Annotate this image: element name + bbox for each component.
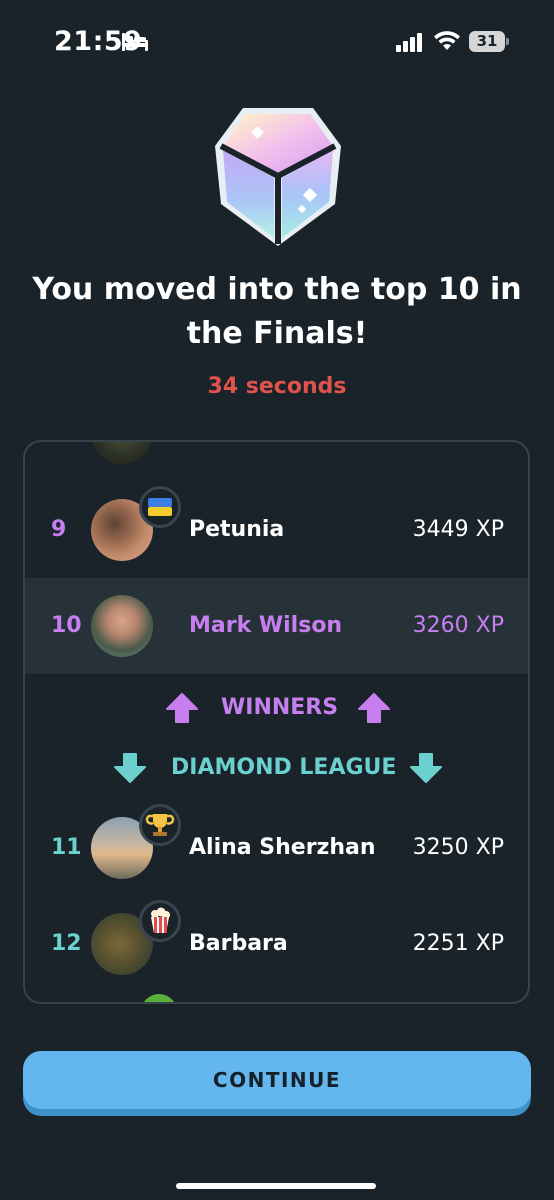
- next-row-badge: [141, 994, 177, 1002]
- home-indicator: [176, 1183, 376, 1189]
- rank-number: 12: [51, 931, 82, 956]
- battery-icon: 31: [469, 31, 509, 52]
- arrow-up-icon: [358, 693, 390, 723]
- continue-button[interactable]: CONTINUE: [23, 1051, 531, 1109]
- leaderboard-result-screen: 21:59 31 You moved into the top 10 in th…: [0, 0, 554, 1200]
- xp-value: 3449 XP: [412, 517, 504, 542]
- rank-number: 10: [51, 613, 82, 638]
- arrow-down-icon: [410, 753, 442, 783]
- result-headline: You moved into the top 10 in the Finals!: [32, 272, 522, 351]
- bed-icon: [122, 33, 148, 51]
- diamond-gem-icon: [215, 108, 341, 246]
- user-name: Alina Sherzhan: [189, 835, 376, 860]
- previous-row-avatar: [91, 442, 153, 464]
- wifi-icon: [434, 31, 460, 50]
- leaderboard-row-11[interactable]: 11 Alina Sherzhan 3250 XP: [25, 800, 528, 896]
- xp-value: 3260 XP: [412, 613, 504, 638]
- leaderboard-list[interactable]: 9 Petunia 3449 XP 10 Mark Wilson 3260 XP: [23, 440, 530, 1004]
- arrow-up-icon: [166, 693, 198, 723]
- xp-value: 3250 XP: [412, 835, 504, 860]
- leaderboard-row-10-current-user[interactable]: 10 Mark Wilson 3260 XP: [25, 578, 528, 674]
- xp-value: 2251 XP: [412, 931, 504, 956]
- rank-number: 9: [51, 517, 67, 542]
- status-bar: 21:59 31: [0, 0, 554, 80]
- winners-label: WINNERS: [221, 695, 339, 720]
- diamond-league-label: DIAMOND LEAGUE: [171, 755, 397, 780]
- popcorn-icon: [139, 900, 181, 942]
- ukraine-flag-icon: [139, 486, 181, 528]
- leaderboard-row-9[interactable]: 9 Petunia 3449 XP: [25, 482, 528, 578]
- diamond-league-divider: DIAMOND LEAGUE: [25, 746, 528, 790]
- leaderboard-row-12[interactable]: 12 Barbara 2251 XP: [25, 896, 528, 992]
- rank-number: 11: [51, 835, 82, 860]
- countdown-timer: 34 seconds: [207, 374, 347, 399]
- arrow-down-icon: [114, 753, 146, 783]
- trophy-icon: [139, 804, 181, 846]
- user-name: Petunia: [189, 517, 285, 542]
- avatar[interactable]: [91, 595, 153, 657]
- cellular-signal-icon: [396, 33, 422, 52]
- battery-level: 31: [476, 32, 498, 50]
- user-name: Barbara: [189, 931, 288, 956]
- user-name: Mark Wilson: [189, 613, 343, 638]
- winners-divider: WINNERS: [25, 686, 528, 730]
